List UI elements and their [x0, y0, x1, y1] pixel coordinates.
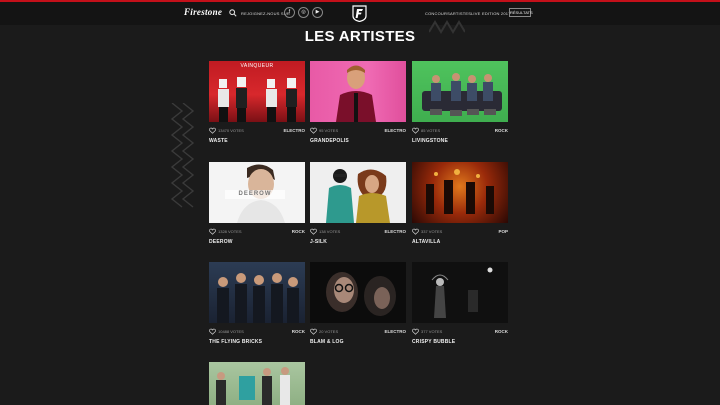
top-navigation-bar: Firestone REJOIGNEZ-NOUS SUR f ◎ ▶ CONCO… [0, 0, 720, 25]
vote-count: 138 VOTES [319, 229, 341, 234]
youtube-icon[interactable]: ▶ [312, 7, 323, 18]
vote-count: 10488 VOTES [218, 329, 244, 334]
vote-count: 13470 VOTES [218, 128, 244, 133]
genre-label: ROCK [291, 229, 305, 234]
artist-name[interactable]: WASTE [209, 138, 228, 144]
artist-card[interactable] [209, 362, 305, 405]
artist-name[interactable]: THE FLYING BRICKS [209, 339, 262, 345]
artist-name[interactable]: GRANDEPOLIS [310, 138, 349, 144]
heart-icon[interactable] [310, 127, 317, 134]
artist-photo[interactable] [310, 262, 406, 323]
heart-icon[interactable] [412, 127, 419, 134]
heart-icon[interactable] [310, 328, 317, 335]
genre-label: ROCK [494, 128, 508, 133]
artist-photo[interactable]: DEEROW [209, 162, 305, 223]
artist-card[interactable]: 138 VOTES ELECTRO J-SILK [310, 162, 406, 245]
artist-card[interactable]: 20 VOTES ELECTRO BLAM & LOG [310, 262, 406, 345]
artist-name[interactable]: BLAM & LOG [310, 339, 344, 345]
vote-count: 20 VOTES [319, 329, 339, 334]
artist-photo[interactable] [412, 61, 508, 122]
heart-icon[interactable] [209, 127, 216, 134]
heart-icon[interactable] [412, 228, 419, 235]
heart-icon[interactable] [412, 328, 419, 335]
artist-photo[interactable] [209, 362, 305, 405]
artist-card[interactable]: 377 VOTES ROCK CRISPY BUBBLE [412, 262, 508, 345]
nav-live[interactable]: LIVE [471, 11, 480, 16]
artist-photo[interactable] [310, 162, 406, 223]
vote-count: 95 VOTES [319, 128, 339, 133]
card-meta: 20 VOTES ELECTRO [310, 328, 406, 335]
band-logo-overlay: DEEROW [225, 190, 285, 199]
instagram-icon[interactable]: ◎ [298, 7, 309, 18]
vote-count: 337 VOTES [421, 229, 443, 234]
genre-label: POP [498, 229, 508, 234]
card-meta: 337 VOTES POP [412, 228, 508, 235]
artist-name[interactable]: DEEROW [209, 239, 233, 245]
card-meta: 377 VOTES ROCK [412, 328, 508, 335]
artist-card[interactable]: 95 VOTES ELECTRO GRANDEPOLIS [310, 61, 406, 144]
vote-count: 1328 VOTES [218, 229, 242, 234]
card-meta: 85 VOTES ROCK [412, 127, 508, 134]
card-meta: 95 VOTES ELECTRO [310, 127, 406, 134]
nav-concours[interactable]: CONCOURS [425, 11, 450, 16]
genre-label: ROCK [291, 329, 305, 334]
card-meta: 138 VOTES ELECTRO [310, 228, 406, 235]
firestone-logo[interactable]: Firestone [184, 7, 222, 17]
artist-name[interactable]: LIVINGSTONE [412, 138, 448, 144]
artist-card[interactable]: 10488 VOTES ROCK THE FLYING BRICKS [209, 262, 305, 345]
card-meta: 13470 VOTES ELECTRO [209, 127, 305, 134]
artist-name[interactable]: ALTAVILLA [412, 239, 440, 245]
facebook-icon[interactable]: f [284, 7, 295, 18]
follow-us-label: REJOIGNEZ-NOUS SUR [241, 11, 290, 16]
firestone-f-emblem-icon[interactable] [352, 5, 367, 22]
artist-card[interactable]: VAINQUEUR 13470 VOTES ELECTRO WASTE [209, 61, 305, 144]
page-title: LES ARTISTES [304, 28, 416, 45]
results-button[interactable]: RÉSULTATS [509, 8, 533, 17]
artist-photo[interactable]: VAINQUEUR [209, 61, 305, 122]
genre-label: ELECTRO [283, 128, 305, 133]
nav-artistes[interactable]: ARTISTES [450, 11, 471, 16]
chevron-pattern-decoration [170, 103, 195, 208]
genre-label: ELECTRO [384, 128, 406, 133]
artist-card[interactable]: DEEROW 1328 VOTES ROCK DEEROW [209, 162, 305, 245]
artist-card[interactable]: 85 VOTES ROCK LIVINGSTONE [412, 61, 508, 144]
heart-icon[interactable] [209, 228, 216, 235]
genre-label: ROCK [494, 329, 508, 334]
artist-name[interactable]: J-SILK [310, 239, 327, 245]
search-icon[interactable] [229, 9, 237, 17]
genre-label: ELECTRO [384, 229, 406, 234]
artist-photo[interactable] [209, 262, 305, 323]
nav-edition-2017[interactable]: EDITION 2017 [482, 11, 511, 16]
card-meta: 10488 VOTES ROCK [209, 328, 305, 335]
artist-photo[interactable] [310, 61, 406, 122]
vote-count: 377 VOTES [421, 329, 443, 334]
vote-count: 85 VOTES [421, 128, 441, 133]
heart-icon[interactable] [310, 228, 317, 235]
genre-label: ELECTRO [384, 329, 406, 334]
card-meta: 1328 VOTES ROCK [209, 228, 305, 235]
artist-name[interactable]: CRISPY BUBBLE [412, 339, 455, 345]
heart-icon[interactable] [209, 328, 216, 335]
artist-card[interactable]: 337 VOTES POP ALTAVILLA [412, 162, 508, 245]
artist-photo[interactable] [412, 262, 508, 323]
artist-photo[interactable] [412, 162, 508, 223]
